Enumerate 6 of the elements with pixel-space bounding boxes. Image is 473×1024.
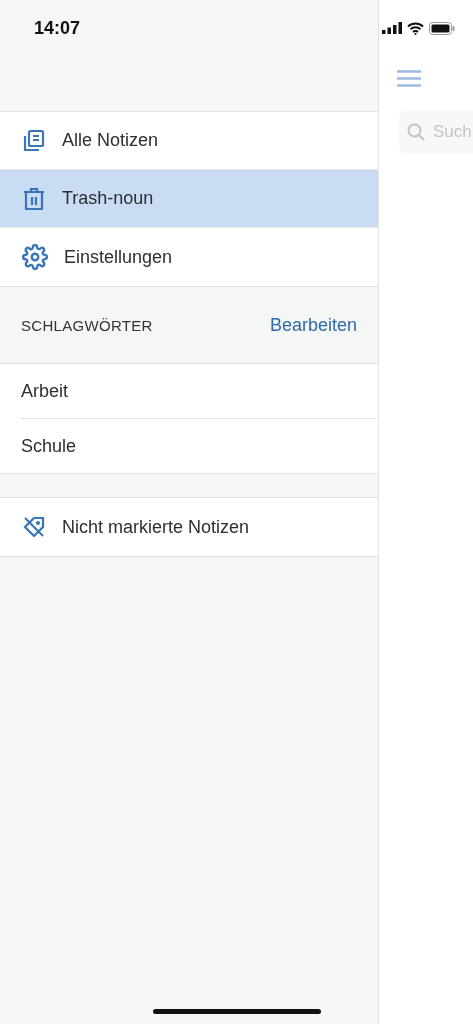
edit-link[interactable]: Bearbeiten: [269, 314, 357, 336]
section-title: SCHLAGWÖRTER: [21, 316, 153, 334]
status-time: 14:07: [34, 17, 81, 39]
tag-item[interactable]: Arbeit: [21, 364, 378, 419]
menu-item[interactable]: Trash-noun: [0, 170, 378, 228]
tag-item[interactable]: Schule: [21, 419, 378, 473]
